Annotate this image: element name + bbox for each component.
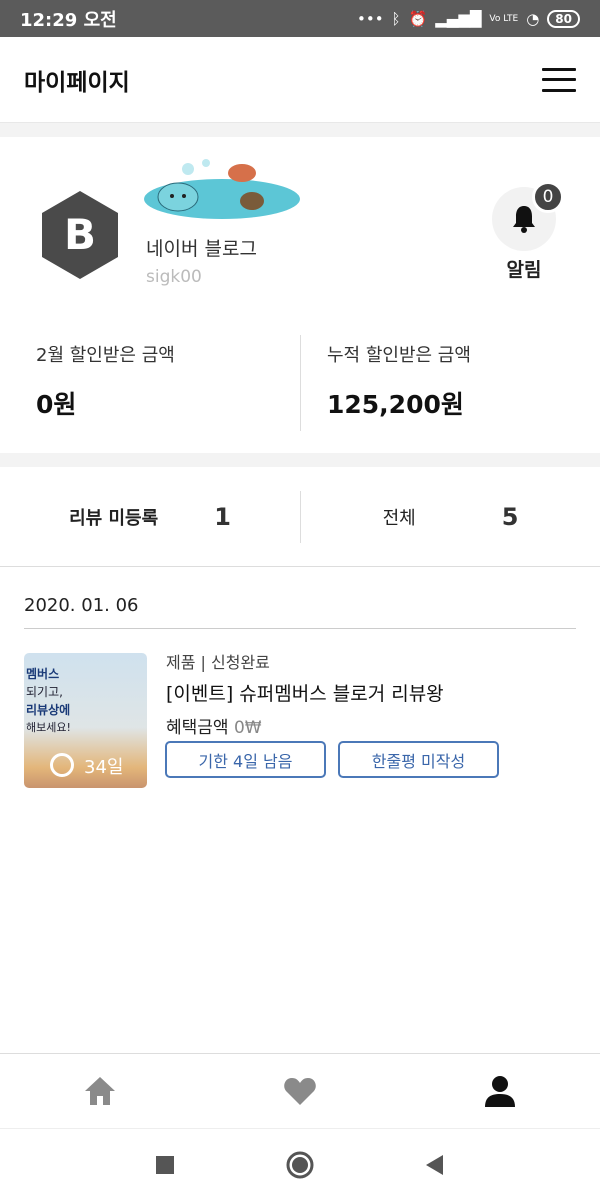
tab-home[interactable]	[0, 1054, 200, 1128]
person-icon	[485, 1076, 515, 1107]
system-navigation	[0, 1128, 600, 1200]
profile-section: B 네이버 블로그 sigk00 0 알림	[0, 137, 600, 315]
campaign-thumbnail[interactable]: 멤버스 되기고, 리뷰상에 해보세요! 34일	[24, 653, 147, 788]
review-filter-bar: 리뷰 미등록 1 전체 5	[0, 467, 600, 567]
item-title[interactable]: [이벤트] 슈퍼멤버스 블로거 리뷰왕	[166, 679, 444, 706]
benefit-label: 혜택금액	[166, 718, 229, 738]
alarm-button[interactable]: 0 알림	[492, 181, 564, 282]
list-item[interactable]: 멤버스 되기고, 리뷰상에 해보세요! 34일 제품 | 신청완료 [이벤트] …	[0, 629, 600, 789]
menu-icon[interactable]	[542, 67, 576, 92]
battery-icon: 80	[547, 9, 580, 28]
total-discount: 누적 할인받은 금액 125,200원	[300, 335, 600, 431]
status-icons: ••• ᛒ ⏰ ▂▄▆█ Vo LTE ◔ 80	[357, 9, 580, 28]
bell-icon	[513, 206, 535, 233]
status-bar: 12:29 오전 ••• ᛒ ⏰ ▂▄▆█ Vo LTE ◔ 80	[0, 0, 600, 37]
tab-my-page[interactable]	[400, 1054, 600, 1128]
monthly-discount-value: 0원	[36, 390, 77, 419]
alarm-count-badge: 0	[532, 181, 564, 213]
app-header: 마이페이지	[0, 37, 600, 123]
tab-unregistered-reviews[interactable]: 리뷰 미등록 1	[0, 491, 300, 543]
monthly-discount: 2월 할인받은 금액 0원	[0, 315, 300, 453]
thumb-text: 해보세요!	[26, 721, 71, 734]
thumb-text: 멤버스	[26, 667, 60, 681]
tab-all-reviews[interactable]: 전체 5	[300, 490, 600, 543]
page-title: 마이페이지	[24, 69, 130, 96]
remaining-days: 34일	[84, 757, 124, 778]
recent-apps-icon[interactable]	[155, 1155, 175, 1175]
write-review-button[interactable]: 한줄평 미작성	[338, 741, 499, 778]
more-icon: •••	[357, 9, 384, 28]
unregistered-count: 1	[214, 502, 231, 531]
total-discount-label: 누적 할인받은 금액	[327, 345, 471, 366]
monthly-discount-label: 2월 할인받은 금액	[36, 345, 175, 366]
thumb-text: 되기고,	[26, 685, 63, 699]
section-divider	[0, 453, 600, 467]
avatar-letter: B	[64, 210, 96, 259]
tab-favorites[interactable]	[200, 1054, 400, 1128]
benefit-value: 0₩	[233, 718, 262, 738]
blog-id: sigk00	[146, 267, 202, 287]
alarm-clock-icon: ⏰	[408, 9, 428, 28]
section-divider	[0, 123, 600, 137]
back-icon[interactable]	[425, 1154, 445, 1176]
thumb-text: 리뷰상에	[26, 703, 71, 717]
profile-character-image	[144, 159, 300, 219]
signal-icon: ▂▄▆█	[435, 9, 482, 28]
timer-icon	[50, 753, 74, 777]
network-label: Vo LTE	[489, 13, 519, 24]
home-button-icon[interactable]	[286, 1151, 314, 1179]
all-count: 5	[501, 502, 519, 531]
home-icon	[85, 1077, 115, 1105]
unregistered-label: 리뷰 미등록	[69, 507, 159, 529]
wifi-icon: ◔	[526, 9, 540, 28]
discount-summary: 2월 할인받은 금액 0원 누적 할인받은 금액 125,200원	[0, 315, 600, 453]
blog-hexagon-avatar[interactable]: B	[40, 189, 120, 281]
bluetooth-icon: ᛒ	[391, 9, 401, 28]
heart-icon	[284, 1078, 316, 1105]
benefit-amount: 혜택금액 0₩	[166, 713, 262, 738]
alarm-label: 알림	[506, 259, 542, 281]
deadline-button[interactable]: 기한 4일 남음	[165, 741, 326, 778]
status-time: 12:29 오전	[20, 9, 117, 31]
item-meta: 제품 | 신청완료	[166, 653, 270, 672]
bottom-navigation	[0, 1053, 600, 1128]
all-label: 전체	[382, 507, 416, 529]
total-discount-value: 125,200원	[327, 390, 464, 419]
list-date-header: 2020. 01. 06	[24, 595, 576, 629]
blog-name: 네이버 블로그	[146, 238, 257, 260]
